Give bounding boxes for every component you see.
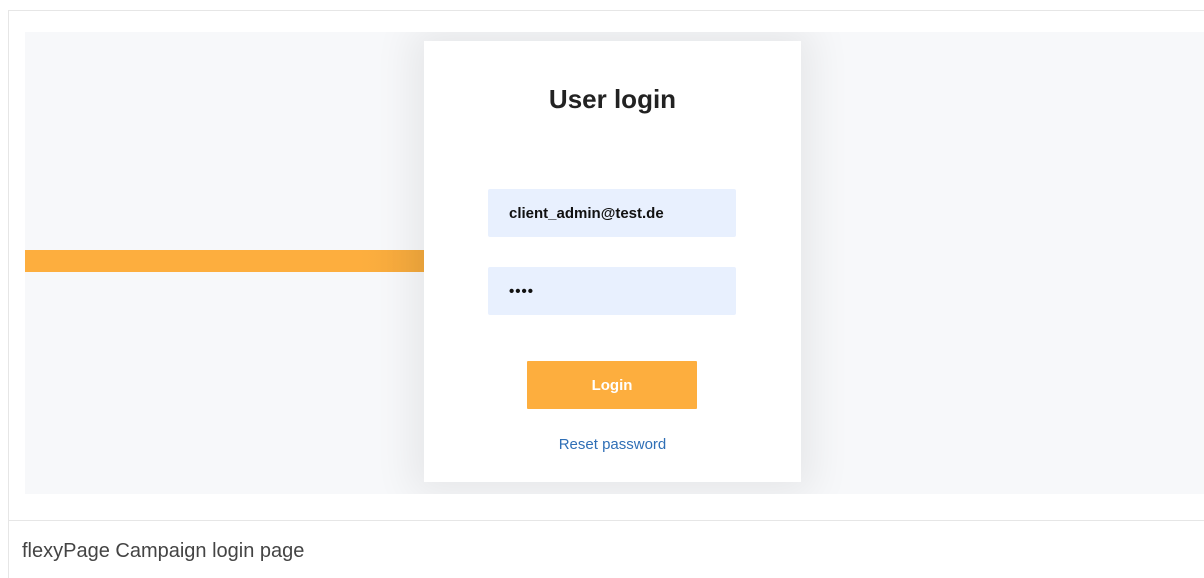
reset-password-link[interactable]: Reset password	[424, 436, 801, 453]
login-title: User login	[548, 84, 677, 114]
password-input[interactable]	[488, 267, 736, 315]
login-page-preview: User login Login Reset password	[25, 32, 1204, 494]
decorative-orange-bar	[25, 250, 445, 272]
image-caption: flexyPage Campaign login page	[22, 540, 305, 562]
login-card: User login Login Reset password	[424, 41, 801, 482]
login-button[interactable]: Login	[527, 361, 697, 409]
email-input[interactable]	[488, 189, 736, 237]
caption-divider	[8, 520, 1204, 521]
